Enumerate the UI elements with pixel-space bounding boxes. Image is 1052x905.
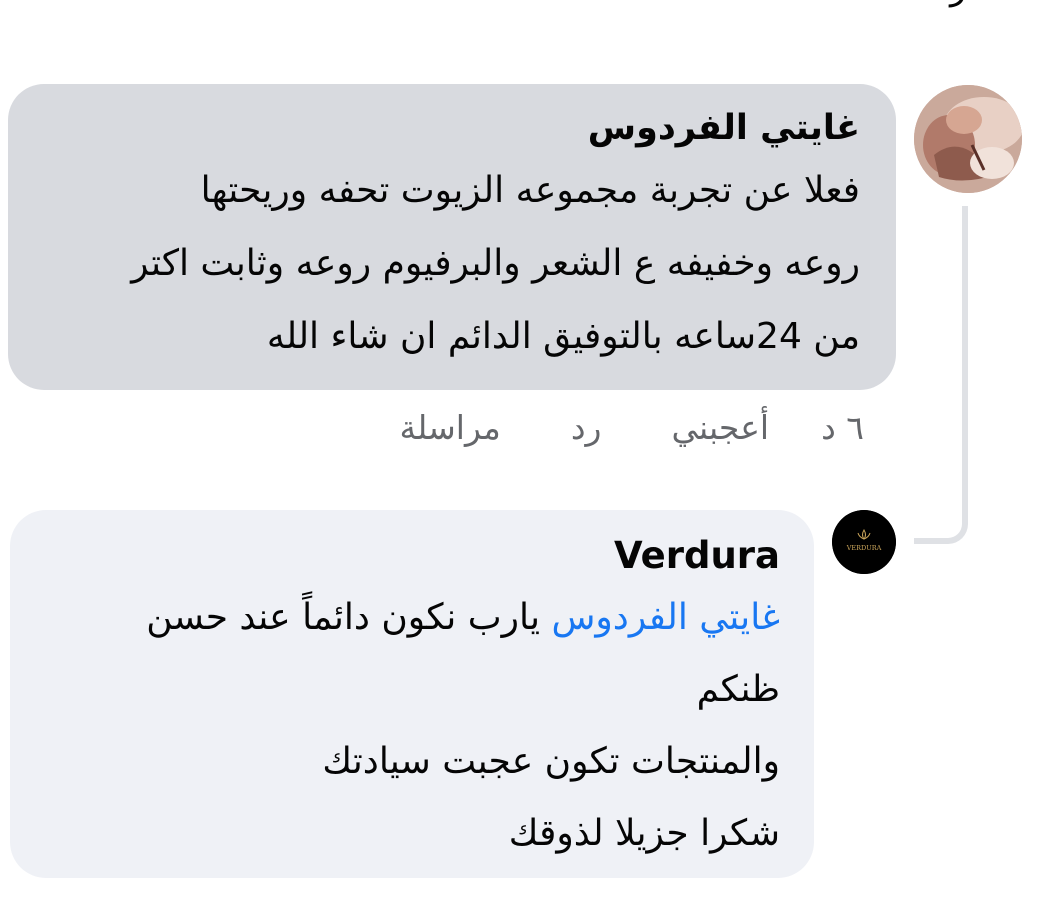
comment-bubble: غايتي الفردوس فعلا عن تجربة مجموعه الزيو…	[8, 84, 896, 390]
comment-line: من 24ساعه بالتوفيق الدائم ان شاء الله	[266, 316, 860, 357]
reply-button[interactable]: رد	[571, 408, 602, 447]
comment-text: غايتي الفردوس يارب نكون دائماً عند حسن ظ…	[38, 582, 780, 870]
previous-comment-fragment: الاكثر ملاءمة	[848, 0, 1024, 10]
avatar[interactable]	[914, 85, 1022, 193]
verdura-logo: VERDURA	[832, 510, 896, 574]
avatar-photo	[914, 85, 1022, 193]
logo-text: VERDURA	[846, 544, 882, 552]
comment-line-text: يارب نكون دائماً عند حسن	[146, 597, 552, 638]
comment-line: روعه وخفيفه ع الشعر والبرفيوم روعه وثابت…	[131, 243, 860, 284]
comment-actions: ٦ د أعجبني رد مراسلة	[400, 408, 864, 447]
comment-timestamp[interactable]: ٦ د	[821, 408, 864, 447]
comment-line: شكرا جزيلا لذوقك	[508, 813, 780, 854]
like-button[interactable]: أعجبني	[671, 408, 769, 447]
comment-author[interactable]: Verdura	[38, 530, 780, 582]
comment-line: ظنكم	[696, 669, 780, 710]
reply-bubble: Verdura غايتي الفردوس يارب نكون دائماً ع…	[10, 510, 814, 878]
comment-line: غايتي الفردوس يارب نكون دائماً عند حسن	[38, 582, 780, 654]
page-avatar[interactable]: VERDURA	[832, 510, 896, 574]
comment-line: فعلا عن تجربة مجموعه الزيوت تحفه وريحتها	[200, 170, 860, 211]
comment-author[interactable]: غايتي الفردوس	[36, 102, 860, 154]
message-button[interactable]: مراسلة	[400, 408, 501, 447]
comment-line: والمنتجات تكون عجبت سيادتك	[322, 741, 780, 782]
mention-link[interactable]: غايتي الفردوس	[551, 597, 780, 638]
comment-text: فعلا عن تجربة مجموعه الزيوت تحفه وريحتها…	[36, 154, 860, 373]
thread-connector	[914, 206, 968, 544]
